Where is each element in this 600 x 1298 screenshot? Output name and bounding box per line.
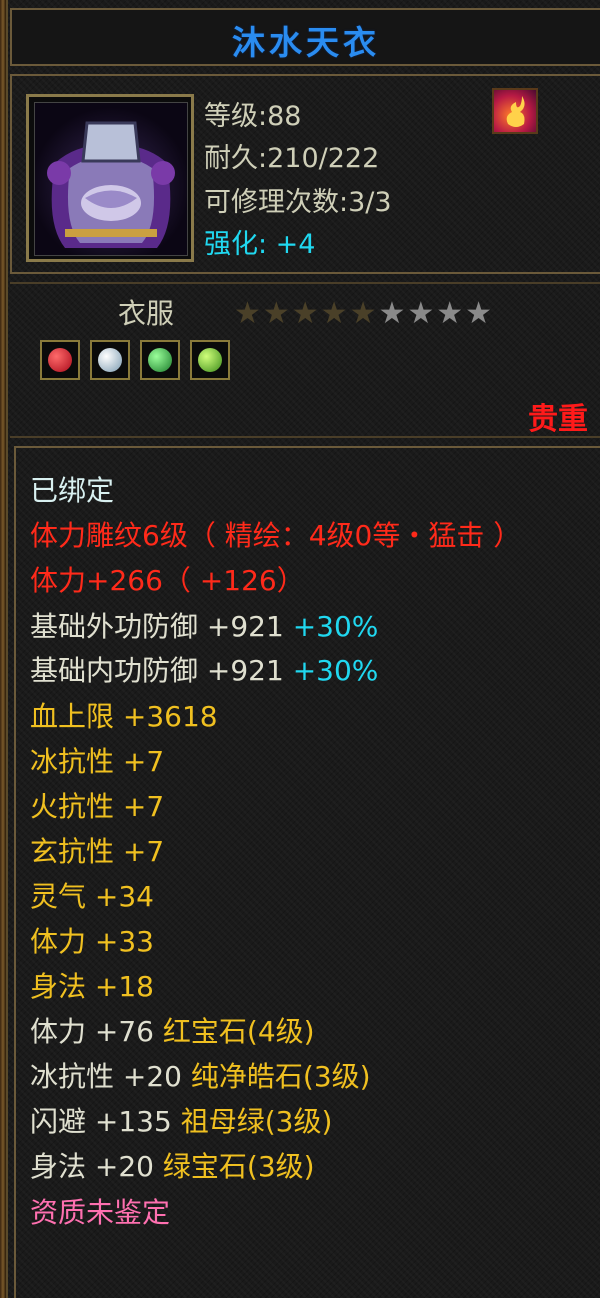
attr-line: 身法 +18 (30, 970, 154, 1003)
ext-defense-line: 基础外功防御 +921 +30% (30, 610, 378, 644)
level-text: 等级:88 (204, 101, 302, 132)
green-gem-icon[interactable] (140, 340, 180, 380)
repair-count-text: 可修理次数:3/3 (204, 187, 392, 218)
title-bar: 沐水天衣 (10, 8, 600, 66)
durability-text: 耐久:210/222 (204, 143, 380, 174)
light-green-gem-icon[interactable] (190, 340, 230, 380)
gem-attr-name: 祖母绿(3级) (180, 1105, 333, 1138)
enhance-text: 强化: +4 (204, 229, 316, 260)
white-gem-icon[interactable] (90, 340, 130, 380)
gem-attr-stat: 体力 +76 (30, 1015, 154, 1048)
int-defense-value: 基础内功防御 +921 (30, 654, 284, 687)
attr-line: 体力 +33 (30, 925, 154, 958)
gem-attr-stat: 冰抗性 +20 (30, 1060, 182, 1093)
attr-line: 火抗性 +7 (30, 790, 165, 823)
gem-attr-line: 冰抗性 +20 纯净皓石(3级) (30, 1060, 371, 1094)
attr-line: 血上限 +3618 (30, 700, 218, 733)
gem-attr-line: 身法 +20 绿宝石(3级) (30, 1150, 315, 1184)
gem-attr-name: 纯净皓石(3级) (190, 1060, 371, 1093)
gem-attr-name: 红宝石(4级) (162, 1015, 315, 1048)
attr-line: 灵气 +34 (30, 880, 154, 913)
gem-attr-name: 绿宝石(3级) (162, 1150, 315, 1183)
int-defense-line: 基础内功防御 +921 +30% (30, 654, 378, 688)
ext-defense-value: 基础外功防御 +921 (30, 610, 284, 643)
fire-attribute-icon (492, 88, 538, 134)
ext-defense-percent: +30% (292, 610, 379, 643)
gem-attr-line: 体力 +76 红宝石(4级) (30, 1015, 315, 1049)
gem-attr-stat: 闪避 +135 (30, 1105, 172, 1138)
armor-image (34, 102, 188, 256)
item-name: 沐水天衣 (232, 23, 380, 62)
gem-attr-line: 闪避 +135 祖母绿(3级) (30, 1105, 332, 1139)
vitality-bonus-line: 体力+266（ +126） (30, 564, 305, 597)
attr-line: 玄抗性 +7 (30, 835, 165, 868)
int-defense-percent: +30% (292, 654, 379, 687)
attr-line: 冰抗性 +7 (30, 745, 165, 778)
item-category: 衣服 (118, 297, 175, 330)
engrave-line: 体力雕纹6级（ 精绘：4级0等・猛击 ） (30, 519, 522, 552)
star-rating: ★★★★★★★★★ (234, 296, 494, 331)
item-portrait[interactable] (26, 94, 194, 262)
quality-status: 资质未鉴定 (30, 1196, 171, 1229)
bound-status: 已绑定 (30, 474, 115, 507)
gem-attr-stat: 身法 +20 (30, 1150, 154, 1183)
red-gem-icon[interactable] (40, 340, 80, 380)
rarity-label: 贵重 (528, 402, 588, 437)
lit-stars: ★★★★ (378, 296, 495, 331)
dim-stars: ★★★★★ (234, 296, 379, 331)
